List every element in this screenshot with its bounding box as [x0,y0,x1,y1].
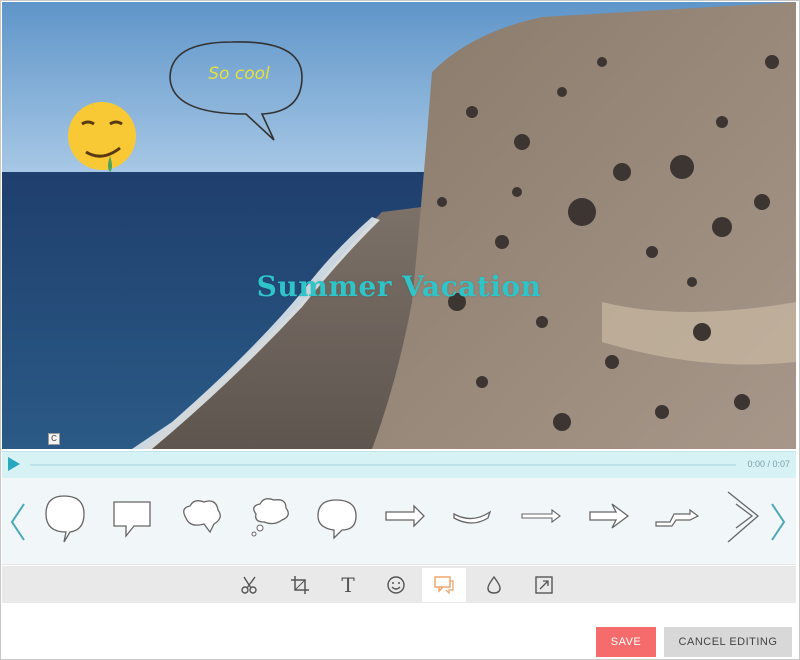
thought-bubble-shape[interactable] [238,486,298,546]
speech-bubble-oval-shape[interactable] [306,486,366,546]
text-icon-glyph: T [341,573,355,597]
arrow-zigzag-shape[interactable] [646,486,706,546]
arrow-block-shape[interactable] [374,486,434,546]
timeline-bar: 0:00 / 0:07 [2,451,796,478]
arrow-thin-shape[interactable] [510,486,570,546]
play-icon[interactable] [8,457,20,471]
arrow-outline-shape[interactable] [578,486,638,546]
resize-icon[interactable] [522,568,566,602]
save-button[interactable]: SAVE [596,627,656,657]
speech-bubble-icon[interactable] [422,568,466,602]
speech-bubble-cloud-shape[interactable] [170,486,230,546]
next-shapes-chevron-right-icon[interactable] [766,500,790,544]
cancel-editing-button[interactable]: CANCEL EDITING [664,627,792,657]
overlay-title-text[interactable]: Summer Vacation [2,270,796,303]
speech-bubble-rect-shape[interactable] [102,486,162,546]
speech-bubble-round-shape[interactable] [34,486,94,546]
prev-shapes-chevron-left-icon[interactable] [6,500,30,544]
video-frame-image [2,2,796,449]
shape-picker [2,478,796,565]
scissors-icon[interactable] [228,568,272,602]
video-marker: C [48,433,60,445]
speech-bubble-text[interactable]: So cool [194,64,284,84]
edit-toolbar: T [2,566,796,603]
arrow-chevrons-shape[interactable] [714,486,774,546]
video-preview[interactable]: So cool Summer Vacation C [2,2,796,449]
emoji-icon[interactable] [374,568,418,602]
drop-icon[interactable] [472,568,516,602]
time-display: 0:00 / 0:07 [747,459,790,469]
arrow-curved-shape[interactable] [442,486,502,546]
text-icon[interactable]: T [326,568,370,602]
timeline-track[interactable] [30,464,736,466]
crop-icon[interactable] [278,568,322,602]
